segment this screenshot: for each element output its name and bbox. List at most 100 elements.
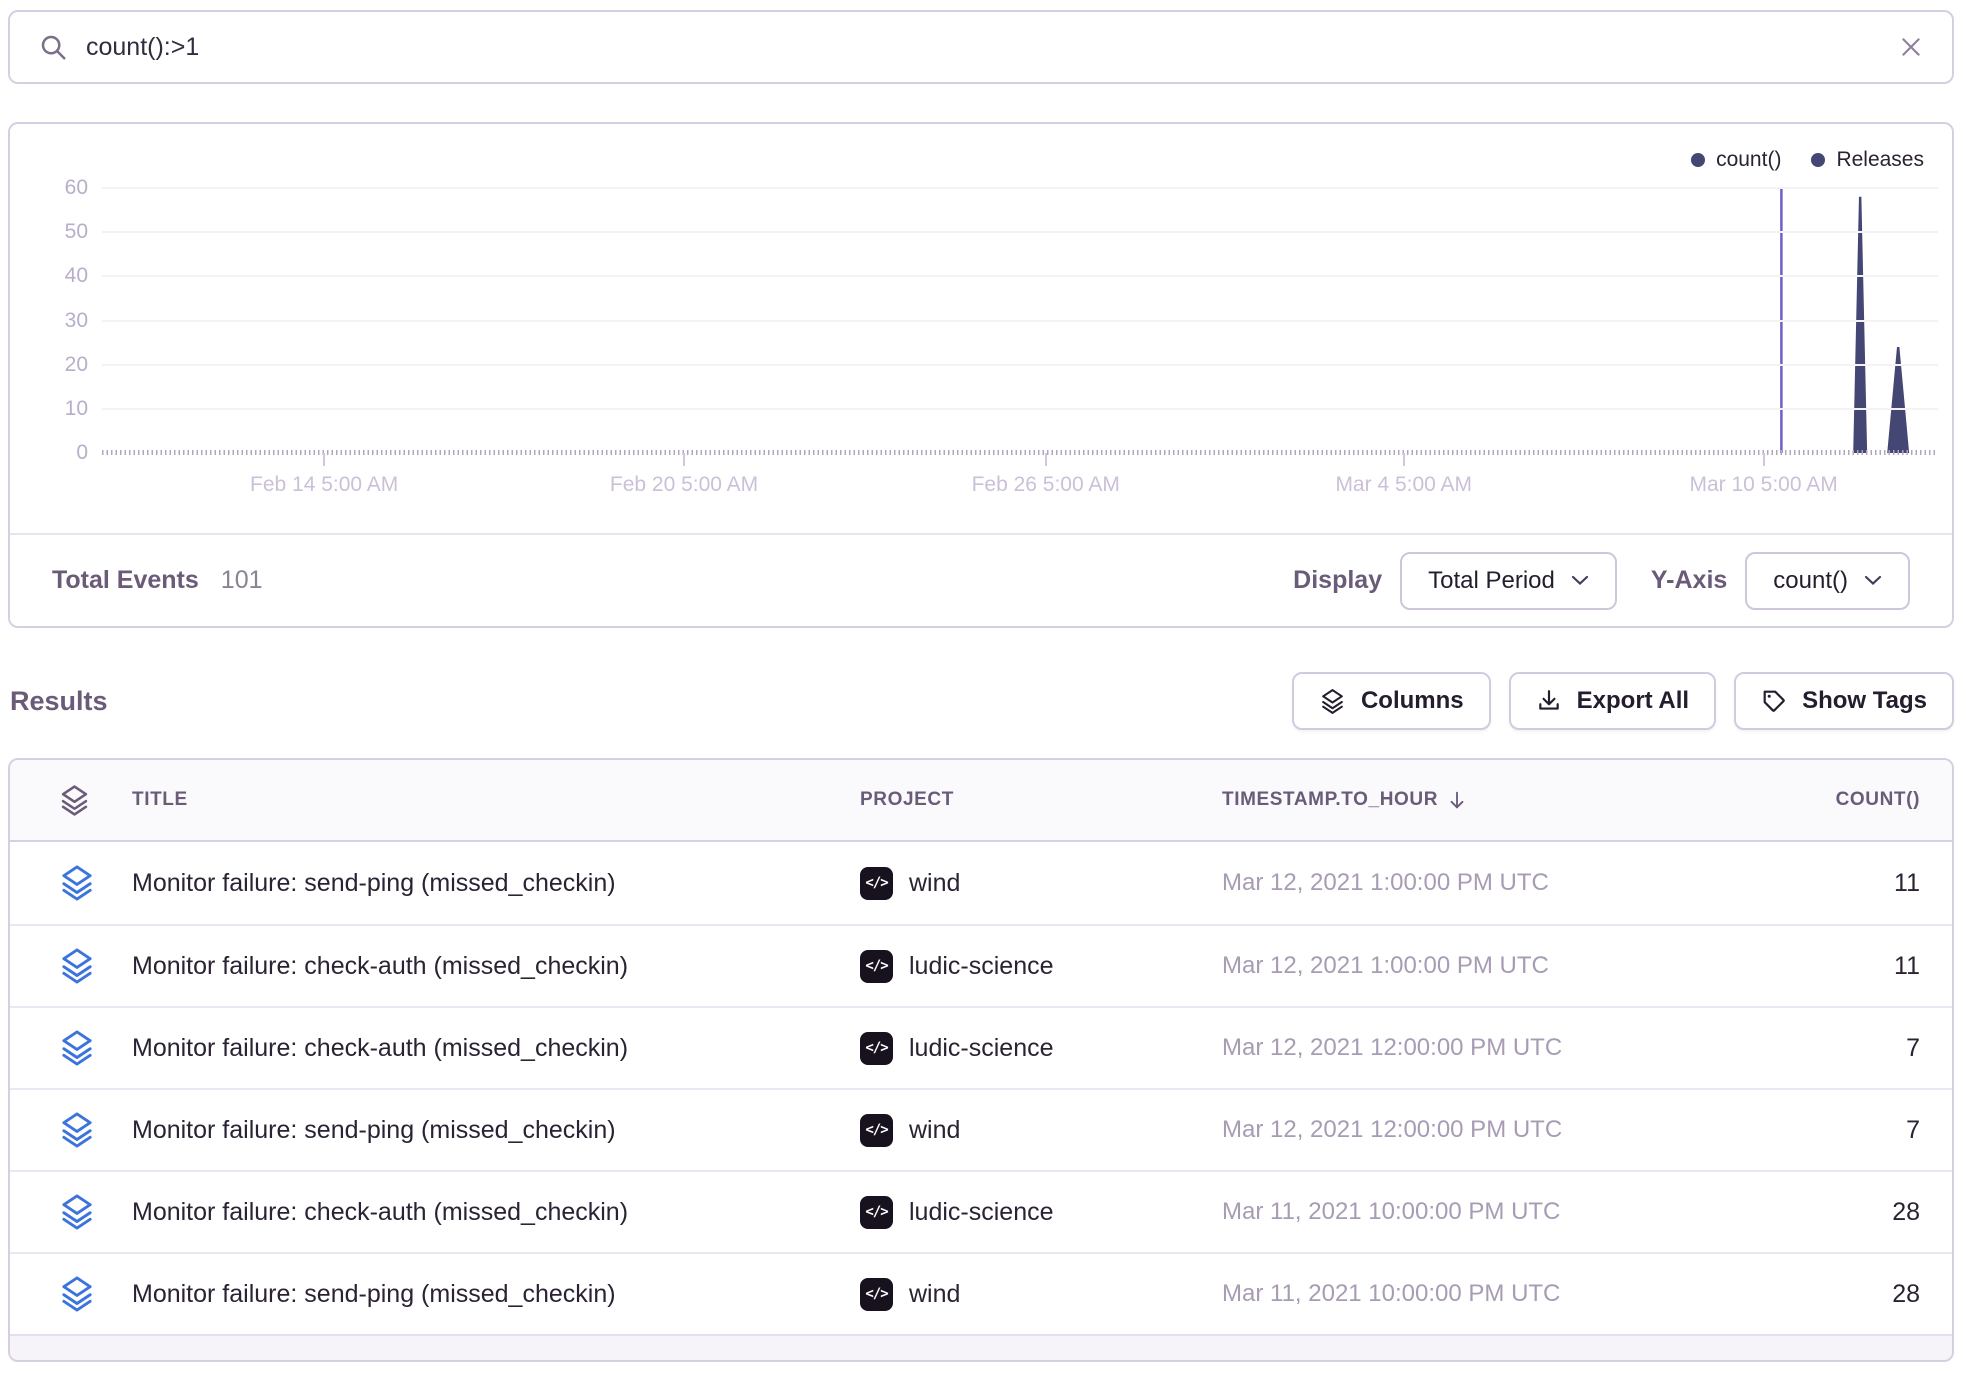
results-table: TITLE PROJECT TIMESTAMP.TO_HOUR COUNT() … [8,758,1954,1362]
legend-item-releases[interactable]: Releases [1811,148,1924,172]
x-axis-tick [1763,453,1765,466]
total-events-label: Total Events [52,566,199,595]
x-axis-tick-label: Mar 4 5:00 AM [1335,473,1472,497]
search-bar[interactable]: count():>1 [8,10,1954,84]
y-axis-tick-label: 60 [65,176,88,200]
gridline [102,364,1938,366]
legend-label: count() [1716,148,1781,172]
table-row[interactable]: Monitor failure: send-ping (missed_check… [10,1088,1952,1170]
download-icon [1536,688,1562,714]
count-series-dot-icon [1691,153,1705,167]
project-platform-icon: </> [860,1196,893,1229]
tag-icon [1761,688,1787,714]
y-axis-tick-label: 10 [65,397,88,421]
gridline [102,275,1938,277]
results-title: Results [10,686,108,717]
project-platform-icon: </> [860,867,893,900]
count-cell: 7 [1780,1034,1920,1063]
search-icon [38,32,68,62]
arrow-down-icon [1446,788,1468,812]
stack-icon[interactable] [58,1275,132,1313]
chevron-down-icon [1571,575,1589,586]
columns-button[interactable]: Columns [1292,672,1491,730]
event-title-link[interactable]: Monitor failure: check-auth (missed_chec… [132,952,860,981]
x-axis-tick [1045,453,1047,466]
timestamp-cell: Mar 12, 2021 12:00:00 PM UTC [1222,1116,1780,1144]
project-cell: </> wind [860,867,1222,900]
y-axis-tick-label: 40 [65,264,88,288]
column-header-project[interactable]: PROJECT [860,789,1222,811]
table-footer-bar [10,1334,1952,1362]
chart-plot: 0102030405060Feb 14 5:00 AMFeb 20 5:00 A… [102,188,1938,453]
table-row[interactable]: Monitor failure: check-auth (missed_chec… [10,1170,1952,1252]
layers-icon [1319,688,1346,715]
table-row[interactable]: Monitor failure: send-ping (missed_check… [10,842,1952,924]
project-name: ludic-science [909,1034,1054,1063]
event-title-link[interactable]: Monitor failure: send-ping (missed_check… [132,869,860,898]
display-label: Display [1293,566,1382,595]
display-dropdown-value: Total Period [1428,567,1555,595]
project-cell: </> wind [860,1114,1222,1147]
search-input[interactable]: count():>1 [86,33,199,62]
event-title-link[interactable]: Monitor failure: send-ping (missed_check… [132,1116,860,1145]
x-axis-tick-label: Feb 14 5:00 AM [250,473,398,497]
show-tags-button-label: Show Tags [1802,687,1927,715]
event-title-link[interactable]: Monitor failure: check-auth (missed_chec… [132,1198,860,1227]
table-row[interactable]: Monitor failure: check-auth (missed_chec… [10,924,1952,1006]
project-cell: </> wind [860,1278,1222,1311]
gridline [102,320,1938,322]
stack-icon[interactable] [58,947,132,985]
project-name: ludic-science [909,1198,1054,1227]
y-axis-dropdown-value: count() [1773,567,1848,595]
column-header-timestamp[interactable]: TIMESTAMP.TO_HOUR [1222,788,1780,812]
column-header-count[interactable]: COUNT() [1780,789,1920,811]
table-header-row: TITLE PROJECT TIMESTAMP.TO_HOUR COUNT() [10,760,1952,842]
timestamp-cell: Mar 11, 2021 10:00:00 PM UTC [1222,1280,1780,1308]
x-axis-tick-label: Mar 10 5:00 AM [1689,473,1837,497]
x-axis-line [102,450,1938,455]
x-axis-tick [323,453,325,466]
table-row[interactable]: Monitor failure: send-ping (missed_check… [10,1252,1952,1334]
event-title-link[interactable]: Monitor failure: send-ping (missed_check… [132,1280,860,1309]
timestamp-cell: Mar 12, 2021 12:00:00 PM UTC [1222,1034,1780,1062]
project-name: wind [909,869,960,898]
stack-icon[interactable] [58,1193,132,1231]
project-name: wind [909,1116,960,1145]
stack-icon[interactable] [58,864,132,902]
count-cell: 7 [1780,1116,1920,1145]
y-axis-tick-label: 0 [76,441,88,465]
export-all-button[interactable]: Export All [1509,672,1716,730]
x-axis-tick [683,453,685,466]
project-name: ludic-science [909,952,1054,981]
gridline [102,408,1938,410]
display-dropdown[interactable]: Total Period [1400,552,1617,610]
chart-legend: count() Releases [1691,148,1924,172]
releases-dot-icon [1811,153,1825,167]
x-axis-tick [1403,453,1405,466]
timestamp-cell: Mar 12, 2021 1:00:00 PM UTC [1222,869,1780,897]
project-name: wind [909,1280,960,1309]
y-axis-tick-label: 30 [65,309,88,333]
y-axis-dropdown[interactable]: count() [1745,552,1910,610]
event-title-link[interactable]: Monitor failure: check-auth (missed_chec… [132,1034,860,1063]
column-header-title[interactable]: TITLE [132,789,860,811]
close-icon[interactable] [1898,34,1924,60]
count-cell: 11 [1780,952,1920,981]
legend-item-count[interactable]: count() [1691,148,1781,172]
stack-icon[interactable] [58,1111,132,1149]
y-axis-label: Y-Axis [1651,566,1727,595]
table-row[interactable]: Monitor failure: check-auth (missed_chec… [10,1006,1952,1088]
show-tags-button[interactable]: Show Tags [1734,672,1954,730]
project-platform-icon: </> [860,1278,893,1311]
project-platform-icon: </> [860,950,893,983]
timestamp-cell: Mar 12, 2021 1:00:00 PM UTC [1222,952,1780,980]
y-axis-tick-label: 20 [65,353,88,377]
project-platform-icon: </> [860,1032,893,1065]
export-all-button-label: Export All [1577,687,1689,715]
results-header: Results Columns Export All Show Tags [8,668,1954,734]
project-platform-icon: </> [860,1114,893,1147]
stack-icon[interactable] [58,1029,132,1067]
total-events-value: 101 [221,566,263,595]
project-cell: </> ludic-science [860,950,1222,983]
events-chart-panel: count() Releases 0102030405060Feb 14 5:0… [8,122,1954,628]
